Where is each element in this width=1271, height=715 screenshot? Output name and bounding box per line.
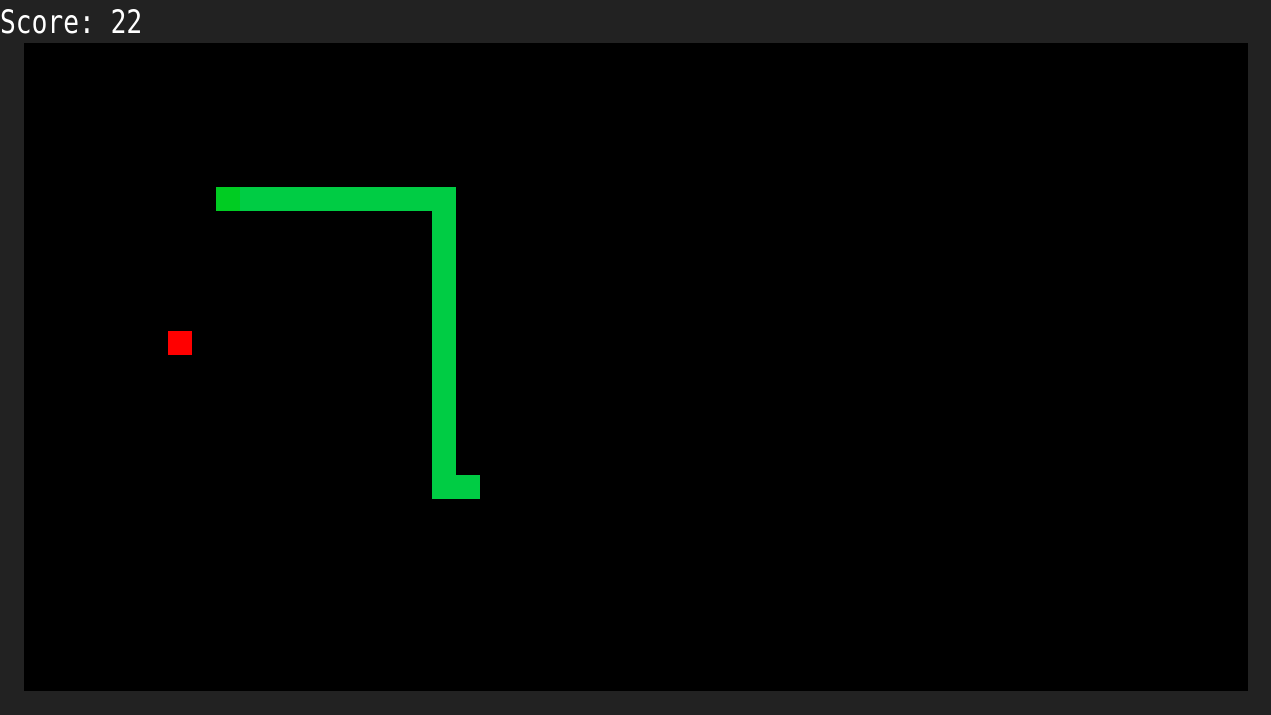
snake-body-segment (264, 187, 288, 211)
snake-body-segment (384, 187, 408, 211)
snake-body-segment (360, 187, 384, 211)
snake-body-segment (432, 451, 456, 475)
snake-body-segment (456, 475, 480, 499)
snake-body-segment (432, 235, 456, 259)
snake-body-segment (288, 187, 312, 211)
snake-body-segment (432, 379, 456, 403)
snake-body-segment (408, 187, 432, 211)
snake-body-segment (432, 331, 456, 355)
food-item (168, 331, 192, 355)
snake-body-segment (432, 355, 456, 379)
snake-head (216, 187, 240, 211)
snake-body-segment (312, 187, 336, 211)
game-window: Score: 22 (0, 0, 1271, 715)
snake-body-segment (432, 187, 456, 211)
score-label: Score: 22 (0, 3, 143, 41)
snake-body-segment (432, 403, 456, 427)
snake-body-segment (432, 475, 456, 499)
snake-body-segment (432, 259, 456, 283)
snake-body-segment (432, 427, 456, 451)
snake-body-segment (432, 283, 456, 307)
snake-body-segment (240, 187, 264, 211)
snake-body-segment (432, 211, 456, 235)
snake-body-segment (336, 187, 360, 211)
game-board[interactable] (24, 43, 1248, 691)
snake-body-segment (432, 307, 456, 331)
